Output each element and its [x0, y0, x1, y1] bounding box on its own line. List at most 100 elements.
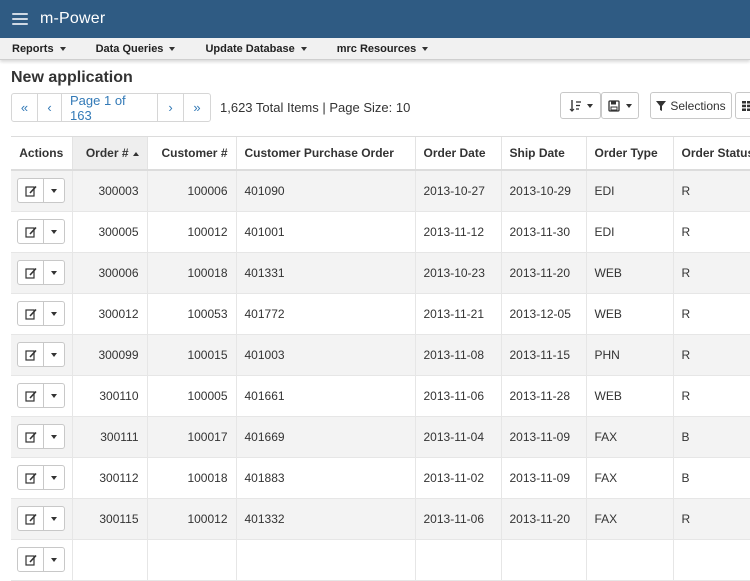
cell-order-number: 300003	[72, 170, 148, 212]
pagination: « ‹ Page 1 of 163 › »	[11, 93, 211, 123]
edit-button[interactable]	[18, 179, 44, 203]
row-menu-button[interactable]	[44, 425, 64, 448]
table-row: 300110 100005 401661 2013-11-06 2013-11-28 WE…	[11, 375, 750, 417]
edit-icon	[24, 431, 37, 443]
edit-button[interactable]	[18, 466, 44, 489]
edit-button[interactable]	[18, 425, 44, 448]
col-customer-number[interactable]: Customer #	[147, 137, 237, 171]
cell-customer-po: 401003	[236, 334, 416, 376]
cell-customer-po: 401332	[236, 498, 416, 540]
col-customer-po[interactable]: Customer Purchase Order	[236, 137, 416, 171]
sort-ascending-icon	[132, 151, 139, 156]
row-actions	[11, 416, 73, 458]
cell-order-date: 2013-11-02	[415, 457, 502, 499]
prev-page-button[interactable]: ‹	[38, 94, 62, 121]
menu-data-queries[interactable]: Data Queries	[96, 43, 176, 55]
cell-order-status: R	[673, 252, 750, 294]
row-menu-button[interactable]	[44, 507, 64, 530]
cell-ship-date: 2013-12-05	[501, 293, 587, 335]
chevron-down-icon	[51, 393, 57, 398]
row-actions	[11, 293, 73, 335]
edit-button[interactable]	[18, 548, 44, 571]
menu-update-database[interactable]: Update Database	[205, 42, 307, 55]
row-menu-button[interactable]	[44, 343, 64, 366]
edit-button[interactable]	[18, 384, 44, 407]
cell-customer-po: 401883	[236, 457, 416, 499]
columns-button[interactable]	[735, 92, 750, 119]
cell-ship-date	[501, 539, 587, 581]
row-actions	[11, 211, 73, 253]
row-menu-button[interactable]	[44, 466, 64, 489]
row-action-group	[17, 219, 65, 244]
edit-icon	[24, 554, 37, 566]
table-row: 300006 100018 401331 2013-10-23 2013-11-20 WE…	[11, 252, 750, 294]
cell-order-number: 300115	[72, 498, 148, 540]
col-order-status[interactable]: Order Status	[673, 137, 750, 171]
edit-button[interactable]	[18, 261, 44, 284]
top-bar: m-Power	[0, 0, 750, 38]
row-actions	[11, 170, 73, 212]
cell-customer-number: 100005	[147, 375, 237, 417]
cell-order-status: R	[673, 334, 750, 376]
row-menu-button[interactable]	[44, 261, 64, 284]
cell-order-number: 300099	[72, 334, 148, 376]
menu-mrc-resources[interactable]: mrc Resources	[337, 43, 429, 55]
row-action-group	[17, 465, 65, 490]
row-actions	[11, 539, 73, 581]
col-ship-date[interactable]: Ship Date	[501, 137, 587, 171]
cell-order-status: R	[673, 170, 750, 212]
page-indicator[interactable]: Page 1 of 163	[62, 93, 158, 123]
col-order-date[interactable]: Order Date	[415, 137, 502, 171]
edit-icon	[24, 308, 37, 320]
menu-reports[interactable]: Reports	[12, 43, 66, 55]
chevron-down-icon	[586, 103, 593, 108]
edit-button[interactable]	[18, 507, 44, 530]
cell-customer-number: 100018	[147, 252, 237, 294]
edit-button[interactable]	[18, 220, 44, 243]
cell-customer-number: 100017	[147, 416, 237, 458]
col-order-number-label: Order #	[85, 146, 129, 160]
edit-button[interactable]	[18, 302, 44, 325]
row-actions	[11, 375, 73, 417]
cell-order-type: WEB	[586, 252, 674, 294]
row-menu-button[interactable]	[44, 548, 64, 571]
row-menu-button[interactable]	[44, 220, 64, 243]
cell-customer-po: 401669	[236, 416, 416, 458]
cell-order-number: 300112	[72, 457, 148, 499]
selections-button[interactable]: Selections	[650, 92, 732, 119]
sort-button[interactable]	[560, 92, 601, 119]
chevron-down-icon	[169, 46, 176, 51]
next-page-button[interactable]: ›	[158, 94, 184, 121]
cell-order-type: PHN	[586, 334, 674, 376]
cell-order-type	[586, 539, 674, 581]
hamburger-menu-icon[interactable]	[12, 13, 28, 25]
filter-icon	[656, 100, 667, 111]
table-row: 300112 100018 401883 2013-11-02 2013-11-09 FA…	[11, 457, 750, 499]
table-row: 300115 100012 401332 2013-11-06 2013-11-20 FA…	[11, 498, 750, 540]
last-page-button[interactable]: »	[184, 94, 210, 121]
save-button[interactable]	[601, 92, 639, 119]
menu-update-database-label: Update Database	[205, 42, 295, 55]
row-menu-button[interactable]	[44, 302, 64, 325]
cell-ship-date: 2013-10-29	[501, 170, 587, 212]
table-row: 300012 100053 401772 2013-11-21 2013-12-05 WE…	[11, 293, 750, 335]
col-order-number[interactable]: Order #	[72, 137, 148, 171]
edit-icon	[24, 349, 37, 361]
row-action-group	[17, 301, 65, 326]
first-page-button[interactable]: «	[12, 94, 38, 121]
grid-icon	[742, 100, 750, 111]
edit-button[interactable]	[18, 343, 44, 366]
menu-reports-label: Reports	[12, 42, 54, 55]
cell-order-status: B	[673, 457, 750, 499]
cell-ship-date: 2013-11-09	[501, 416, 587, 458]
row-menu-button[interactable]	[44, 384, 64, 407]
row-menu-button[interactable]	[44, 179, 64, 202]
col-order-type[interactable]: Order Type	[586, 137, 674, 171]
row-action-group	[17, 424, 65, 449]
cell-customer-number: 100053	[147, 293, 237, 335]
cell-customer-po	[236, 539, 416, 581]
app-name: m-Power	[40, 10, 106, 27]
cell-customer-number	[147, 539, 237, 581]
cell-order-type: FAX	[586, 498, 674, 540]
table-row: 300099 100015 401003 2013-11-08 2013-11-15 PH…	[11, 334, 750, 376]
